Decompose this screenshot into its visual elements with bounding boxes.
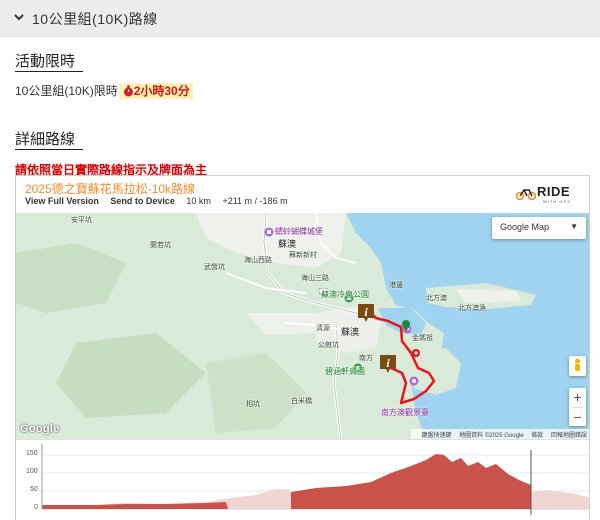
map-label: 蘇澳冷泉公園 <box>321 290 369 299</box>
route-map[interactable]: i i 安平坑 蘭若坑 武營坑 蜻蛉蝴蝶城堡 蘇澳 蘇新新村 海山西路 海山三路… <box>16 213 589 439</box>
map-label: 南方 <box>359 355 373 362</box>
chevron-down-icon: ▼ <box>570 222 578 231</box>
route-distance: 10 km <box>186 196 211 206</box>
map-label: 海山西路 <box>244 257 272 264</box>
map-label: 南方澳觀景臺 <box>381 408 429 417</box>
time-limit-divider <box>15 71 83 72</box>
map-label: 蘇澳 <box>341 327 360 337</box>
map-type-value: Google Map <box>500 222 550 232</box>
time-limit-heading: 活動限時 <box>15 53 76 70</box>
map-label: 相坑 <box>246 401 260 408</box>
map-label: 金媽祖 <box>412 335 433 342</box>
route-name-link[interactable]: 2025德之寶蘇花馬拉松-10k路線 <box>25 180 195 197</box>
map-attribution: 鍵盤快速鍵 地圖資料 ©2025 Google 條款 回報地圖錯誤 <box>411 429 589 439</box>
route-embed: 2025德之寶蘇花馬拉松-10k路線 View Full Version Sen… <box>15 175 590 520</box>
shopping-pin-icon[interactable] <box>264 227 274 237</box>
info-marker-icon[interactable]: i <box>379 354 397 374</box>
map-type-select[interactable]: Google Map ▼ <box>492 217 586 239</box>
map-label: 蘇新新村 <box>289 252 317 259</box>
bicycle-icon <box>516 189 536 201</box>
map-label: 海山三路 <box>301 275 329 282</box>
map-label: 北方澳漁 <box>458 305 486 312</box>
time-limit-text: 10公里組(10K)限時 <box>15 84 118 98</box>
route-elevation: +211 m / -186 m <box>222 196 288 206</box>
elevation-chart <box>41 444 589 515</box>
start-marker-icon <box>402 320 410 331</box>
map-label: 安平坑 <box>71 217 92 224</box>
zoom-out-button[interactable]: − <box>569 408 586 427</box>
route-accordion-header[interactable]: 10公里組(10K)路線 <box>0 0 600 37</box>
map-label: 白米橋 <box>291 398 312 405</box>
map-label: 公館坑 <box>318 342 339 349</box>
accordion-title: 10公里組(10K)路線 <box>32 11 158 27</box>
street-view-pegman[interactable] <box>569 356 586 376</box>
route-heading: 詳細路線 <box>15 131 76 148</box>
map-label: 蘇澳 <box>278 239 297 249</box>
map-label: 港邊 <box>389 282 403 289</box>
route-divider <box>15 149 83 150</box>
brand-name: RIDE <box>537 184 571 199</box>
y-tick: 0 <box>34 504 38 511</box>
ridewithgps-logo[interactable]: RIDE WITH GPS <box>516 184 578 208</box>
google-logo[interactable]: Google <box>20 423 60 435</box>
pegman-icon <box>575 358 580 371</box>
chevron-down-icon <box>14 14 24 21</box>
map-label: 武營坑 <box>204 264 225 271</box>
y-tick: 150 <box>26 450 38 457</box>
info-marker-icon[interactable]: i <box>357 303 375 323</box>
y-tick: 50 <box>30 486 38 493</box>
zoom-control: + − <box>569 388 586 426</box>
brand-sub: WITH GPS <box>543 199 571 204</box>
time-limit-badge: 2小時30分 <box>119 82 193 99</box>
map-label: 北方澳 <box>426 295 447 302</box>
elevation-profile[interactable]: 150 100 50 0 <box>16 439 589 520</box>
zoom-in-button[interactable]: + <box>569 388 586 407</box>
view-full-version-link[interactable]: View Full Version <box>25 196 99 206</box>
time-limit-value: 2小時30分 <box>133 84 190 98</box>
map-label: 清源 <box>316 325 330 332</box>
y-tick: 100 <box>26 468 38 475</box>
send-to-device-link[interactable]: Send to Device <box>110 196 175 206</box>
map-label: 碧涵軒鳥園 <box>325 367 365 376</box>
map-label: 蘭若坑 <box>150 242 171 249</box>
time-limit-line: 10公里組(10K)限時 2小時30分 <box>15 82 193 99</box>
stopwatch-icon <box>123 85 133 96</box>
map-label: 蜻蛉蝴蝶城堡 <box>275 227 323 236</box>
route-subbar: View Full Version Send to Device 10 km +… <box>25 196 297 206</box>
attraction-pin-icon[interactable] <box>409 376 419 386</box>
